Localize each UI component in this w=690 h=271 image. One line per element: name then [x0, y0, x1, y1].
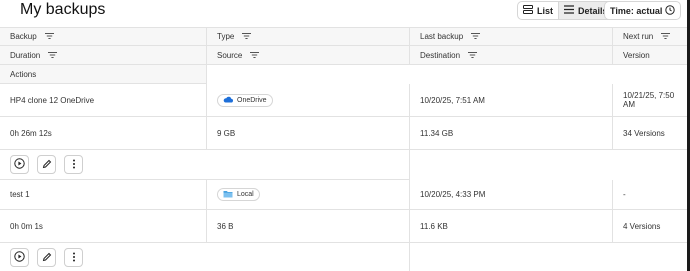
backup-duration: 0h 0m 1s: [0, 210, 207, 242]
table-header-row: Duration Source Destination Version: [0, 46, 687, 65]
backup-duration: 0h 26m 12s: [0, 117, 207, 149]
column-backup[interactable]: Backup: [0, 28, 207, 45]
pencil-icon: [42, 249, 52, 267]
column-next-run-label: Next run: [623, 32, 654, 41]
more-options-button[interactable]: [64, 248, 83, 267]
column-source-label: Source: [217, 50, 243, 60]
edit-backup-button[interactable]: [37, 155, 56, 174]
type-label: Local: [237, 191, 254, 198]
filter-icon[interactable]: [471, 32, 481, 41]
backup-version: 34 Versions: [623, 128, 665, 138]
filter-icon[interactable]: [468, 51, 478, 60]
column-last-backup-label: Last backup: [420, 32, 464, 41]
backup-name: test 1: [0, 180, 207, 209]
table-row[interactable]: 0h 0m 1s 36 B 11.6 KB 4 Versions: [0, 210, 687, 243]
backup-destination: 11.6 KB: [410, 210, 613, 242]
filter-icon[interactable]: [661, 32, 671, 41]
column-version[interactable]: Version: [613, 46, 687, 64]
play-icon: [14, 156, 25, 174]
column-actions-label: Actions: [10, 69, 37, 79]
backup-source: 9 GB: [207, 117, 410, 149]
list-view-button[interactable]: List: [518, 2, 558, 19]
actions-row: [0, 150, 410, 180]
actions-row: [0, 243, 410, 271]
type-badge: OneDrive: [217, 93, 273, 107]
backup-type: OneDrive: [207, 84, 410, 116]
backup-last-backup: 10/20/25, 7:51 AM: [410, 84, 613, 116]
filter-icon[interactable]: [242, 32, 252, 41]
clock-icon: [665, 4, 676, 17]
backup-source: 36 B: [207, 210, 410, 242]
type-label: OneDrive: [237, 96, 267, 104]
page-title: My backups: [20, 1, 106, 18]
cloud-icon: [223, 96, 234, 105]
filter-icon[interactable]: [48, 51, 58, 60]
time-mode-button[interactable]: Time: actual: [604, 1, 682, 20]
more-vertical-icon: [72, 156, 76, 174]
time-mode-label: Time: actual: [610, 5, 663, 16]
details-icon: [564, 5, 575, 16]
backup-name: HP4 clone 12 OneDrive: [0, 84, 207, 116]
column-duration[interactable]: Duration: [0, 46, 207, 64]
column-type-label: Type: [217, 32, 235, 41]
pencil-icon: [42, 156, 52, 174]
backup-last-backup: 10/20/25, 4:33 PM: [410, 180, 613, 209]
backup-type: Local: [207, 180, 410, 209]
backup-version: 4 Versions: [623, 221, 661, 231]
column-last-backup[interactable]: Last backup: [410, 28, 613, 45]
backup-next-run: -: [623, 190, 626, 199]
column-destination-label: Destination: [420, 50, 461, 60]
table-header-row: Backup Type Last backup Next run: [0, 27, 687, 46]
play-icon: [14, 249, 25, 267]
table-row[interactable]: 0h 26m 12s 9 GB 11.34 GB 34 Versions: [0, 117, 687, 150]
backup-next-run: 10/21/25, 7:50 AM: [623, 91, 675, 109]
column-destination[interactable]: Destination: [410, 46, 613, 64]
backups-table: Backup Type Last backup Next run Duratio…: [0, 27, 687, 271]
filter-icon[interactable]: [44, 32, 54, 41]
run-backup-button[interactable]: [10, 248, 29, 267]
run-backup-button[interactable]: [10, 155, 29, 174]
table-row[interactable]: HP4 clone 12 OneDrive OneDrive 10/20/25,…: [0, 84, 687, 117]
list-icon: [523, 5, 533, 16]
list-view-label: List: [537, 5, 554, 16]
backup-destination: 11.34 GB: [410, 117, 613, 149]
column-next-run[interactable]: Next run: [613, 28, 687, 45]
view-toggle: List Details: [517, 1, 614, 20]
column-type[interactable]: Type: [207, 28, 410, 45]
more-vertical-icon: [72, 249, 76, 267]
filter-icon[interactable]: [250, 51, 260, 60]
table-row[interactable]: test 1 Local 10/20/25, 4:33 PM -: [0, 180, 687, 210]
column-backup-label: Backup: [10, 32, 37, 41]
type-badge: Local: [217, 188, 260, 201]
column-duration-label: Duration: [10, 50, 41, 60]
folder-icon: [223, 190, 233, 200]
column-actions: Actions: [0, 65, 207, 84]
edit-backup-button[interactable]: [37, 248, 56, 267]
more-options-button[interactable]: [64, 155, 83, 174]
column-version-label: Version: [623, 50, 650, 60]
column-source[interactable]: Source: [207, 46, 410, 64]
